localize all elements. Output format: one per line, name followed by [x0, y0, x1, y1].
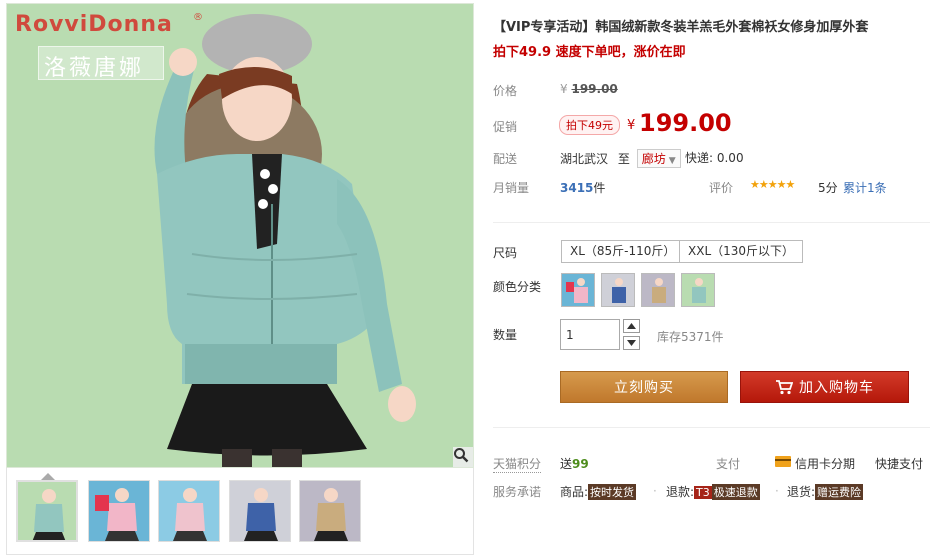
promo-badge: 拍下49元	[559, 115, 620, 135]
service-promise-label: 服务承诺	[493, 485, 542, 499]
goods-label: 商品:	[560, 485, 589, 499]
thumb-khaki-image	[300, 481, 360, 541]
search-icon	[454, 448, 469, 463]
payment-label: 支付	[716, 457, 741, 471]
refund-t3-tag: T3	[694, 486, 712, 499]
promise-goods[interactable]: 商品: 按时发货	[560, 483, 637, 500]
main-product-image[interactable]: RovviDonna ® 洛薇唐娜	[6, 3, 474, 468]
chevron-down-icon	[627, 340, 636, 346]
color-swatch-rose[interactable]	[561, 273, 595, 307]
size-option-xxl[interactable]: XXL（130斤以下）	[679, 240, 804, 263]
chevron-up-icon	[627, 323, 636, 329]
current-currency-symbol: ¥	[627, 118, 636, 133]
shipping-destination-select[interactable]: 廊坊 ▼	[636, 149, 681, 168]
shipping-to-word: 至	[617, 152, 630, 166]
chevron-down-icon: ▼	[668, 156, 676, 166]
refund-label: 退款:	[666, 485, 695, 499]
thumbnail-4[interactable]	[229, 480, 291, 542]
swatch-khaki-image	[642, 274, 674, 306]
thumb-pink2-image	[159, 481, 219, 541]
separator-dot: ·	[775, 484, 779, 498]
thumb-blue-image	[230, 481, 290, 541]
add-to-cart-button[interactable]: 加入购物车	[740, 371, 909, 403]
original-price: ¥ 199.00	[560, 82, 618, 96]
thumbnail-1[interactable]	[16, 480, 78, 542]
goods-tag: 按时发货	[588, 484, 637, 500]
points-prefix: 送	[560, 457, 573, 471]
swatch-rose-image	[562, 274, 594, 306]
return-tag: 赠运费险	[815, 484, 864, 500]
credit-card-icon	[775, 456, 791, 467]
thumbnail-3[interactable]	[158, 480, 220, 542]
sales-unit: 件	[593, 181, 606, 195]
monthly-sales-label: 月销量	[493, 181, 530, 195]
quantity-label: 数量	[493, 328, 518, 342]
active-thumb-indicator	[41, 473, 55, 480]
monthly-sales: 3415件	[560, 179, 605, 196]
size-option-xl[interactable]: XL（85斤-110斤）	[561, 240, 685, 263]
brand-logo-cn: 洛薇唐娜	[44, 56, 145, 81]
size-label: 尺码	[493, 246, 518, 260]
sales-count: 3415	[560, 181, 594, 195]
star-rating-icon: ★★★★★	[750, 178, 795, 191]
shipping-label: 配送	[493, 152, 518, 166]
promise-return[interactable]: 退货: 赠运费险	[787, 483, 864, 500]
color-swatch-blue[interactable]	[601, 273, 635, 307]
stock-count: 库存5371件	[657, 330, 724, 344]
shipping-destination: 廊坊	[641, 152, 666, 166]
registered-mark: ®	[193, 12, 203, 23]
thumbnail-2[interactable]	[88, 480, 150, 542]
color-swatch-khaki[interactable]	[641, 273, 675, 307]
refund-tag: 极速退款	[711, 484, 760, 500]
quantity-increase-button[interactable]	[623, 319, 640, 333]
product-title: 【VIP专享活动】韩国绒新款冬装羊羔毛外套棉袄女修身加厚外套	[493, 20, 869, 35]
cart-icon	[776, 380, 793, 395]
promo-label: 促销	[493, 120, 518, 134]
price-label: 价格	[493, 84, 518, 98]
buy-now-label: 立刻购买	[614, 380, 674, 396]
divider	[493, 427, 930, 428]
points-value: 99	[572, 457, 589, 471]
current-price: 199.00	[639, 109, 732, 137]
divider	[493, 222, 930, 223]
installment-option[interactable]: 信用卡分期	[795, 455, 855, 472]
buy-now-button[interactable]: 立刻购买	[560, 371, 728, 403]
add-to-cart-label: 加入购物车	[799, 380, 874, 396]
zoom-button[interactable]	[453, 447, 473, 467]
thumbnail-strip	[6, 468, 474, 555]
review-count-link[interactable]: 累计1条	[843, 179, 887, 196]
quantity-decrease-button[interactable]	[623, 336, 640, 350]
shipping-route: 湖北武汉 至 廊坊 ▼	[560, 149, 681, 168]
thumbnail-5[interactable]	[299, 480, 361, 542]
color-label: 颜色分类	[493, 280, 542, 294]
quickpay-option[interactable]: 快捷支付	[875, 455, 923, 472]
return-label: 退货:	[787, 485, 816, 499]
currency-symbol: ¥	[560, 82, 568, 96]
promise-refund[interactable]: 退款: T3 极速退款	[666, 483, 760, 500]
original-price-value: 199.00	[571, 82, 618, 96]
separator-dot: ·	[653, 484, 657, 498]
tmall-points: 送99	[560, 455, 589, 472]
swatch-blue-image	[602, 274, 634, 306]
tmall-points-label[interactable]: 天猫积分	[493, 455, 542, 473]
thumb-pink-image	[89, 481, 149, 541]
express-fee: 快递: 0.00	[685, 151, 744, 165]
color-swatch-mint[interactable]	[681, 273, 715, 307]
rating-label: 评价	[709, 181, 734, 195]
rating-score: 5分	[818, 181, 838, 195]
product-subtitle: 拍下49.9 速度下单吧，涨价在即	[493, 45, 686, 60]
shipping-origin: 湖北武汉	[560, 152, 609, 166]
quantity-input[interactable]	[560, 319, 620, 350]
thumb-mint-image	[18, 482, 76, 540]
swatch-mint-image	[682, 274, 714, 306]
brand-logo-en: RovviDonna	[15, 12, 173, 37]
